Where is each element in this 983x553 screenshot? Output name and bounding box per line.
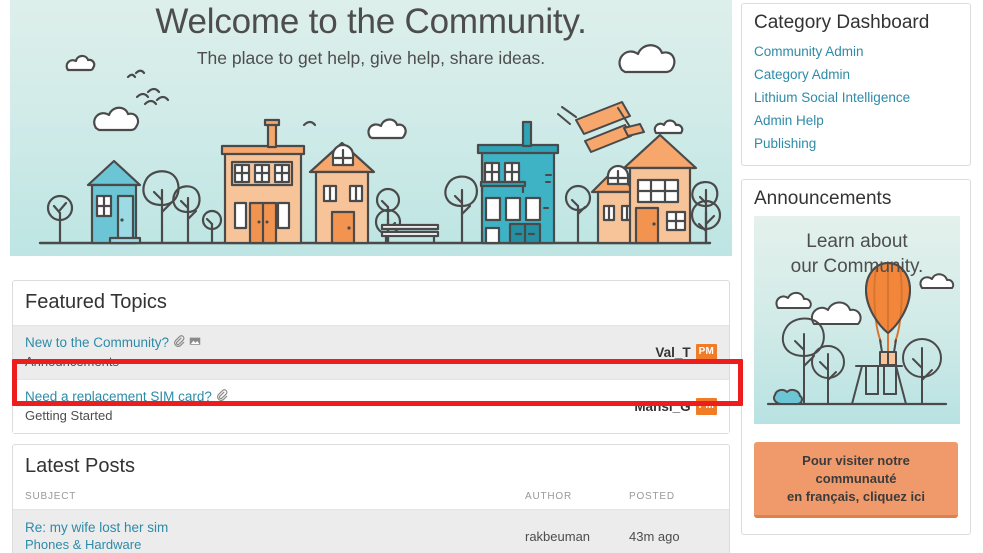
- main-content-column: Welcome to the Community. The place to g…: [10, 0, 743, 553]
- french-button-line1: Pour visiter notre communauté: [802, 453, 910, 486]
- column-header-author: AUTHOR: [525, 491, 573, 502]
- column-header-subject: SUBJECT: [25, 491, 77, 502]
- attachment-icon: [173, 334, 185, 352]
- french-button-wrapper: Pour visiter notre communauté en françai…: [742, 424, 970, 534]
- sidebar-item-community-admin[interactable]: Community Admin: [754, 40, 958, 63]
- featured-topic-board: Announcements: [25, 354, 119, 369]
- latest-posts-panel: Latest Posts SUBJECT AUTHOR POSTED Re: m…: [12, 444, 730, 553]
- latest-post-posted: 43m ago: [629, 528, 680, 544]
- sidebar-item-admin-help[interactable]: Admin Help: [754, 109, 958, 132]
- latest-posts-column-headers: SUBJECT AUTHOR POSTED: [13, 489, 729, 509]
- latest-post-board[interactable]: Phones & Hardware: [25, 536, 525, 553]
- hero-banner: Welcome to the Community. The place to g…: [10, 0, 732, 256]
- announcement-image-text: Learn about our Community.: [754, 229, 960, 279]
- french-button-line2: en français, cliquez ici: [787, 489, 925, 504]
- sidebar-item-lithium-social-intelligence[interactable]: Lithium Social Intelligence: [754, 86, 958, 109]
- author-name[interactable]: Mansi_G: [634, 399, 690, 414]
- table-row[interactable]: New to the Community? Announcements Val_…: [13, 325, 729, 379]
- hero-title: Welcome to the Community.: [155, 2, 587, 41]
- category-dashboard-links: Community Admin Category Admin Lithium S…: [742, 40, 970, 165]
- featured-topic-author-group: Val_T PM: [655, 343, 717, 361]
- visit-french-community-button[interactable]: Pour visiter notre communauté en françai…: [754, 442, 958, 518]
- image-icon: [189, 334, 201, 352]
- latest-post-subject: Re: my wife lost her sim Phones & Hardwa…: [25, 519, 525, 553]
- featured-topic-info: New to the Community? Announcements: [25, 334, 655, 370]
- status-badge: PM: [695, 343, 717, 361]
- featured-topic-link[interactable]: New to the Community?: [25, 335, 169, 351]
- author-name[interactable]: Val_T: [655, 345, 690, 360]
- category-dashboard-panel: Category Dashboard Community Admin Categ…: [741, 3, 971, 166]
- community-homepage: Welcome to the Community. The place to g…: [0, 0, 983, 553]
- announcement-image-wrapper[interactable]: Learn about our Community.: [742, 216, 970, 424]
- featured-topic-author-group: Mansi_G PM: [634, 397, 717, 415]
- announcements-heading: Announcements: [754, 188, 892, 209]
- featured-topic-board: Getting Started: [25, 408, 113, 423]
- featured-topic-info: Need a replacement SIM card? Getting Sta…: [25, 388, 634, 424]
- table-row[interactable]: Re: my wife lost her sim Phones & Hardwa…: [13, 509, 729, 553]
- featured-topics-heading: Featured Topics: [25, 291, 167, 313]
- featured-topics-panel: Featured Topics New to the Community? An…: [12, 280, 730, 434]
- attachment-icon: [216, 388, 228, 406]
- hero-subtitle: The place to get help, give help, share …: [196, 48, 546, 68]
- latest-posts-heading: Latest Posts: [25, 455, 136, 477]
- announcement-image[interactable]: Learn about our Community.: [754, 216, 960, 424]
- table-row[interactable]: Need a replacement SIM card? Getting Sta…: [13, 379, 729, 433]
- latest-post-link[interactable]: Re: my wife lost her sim: [25, 519, 525, 536]
- category-dashboard-heading: Category Dashboard: [754, 12, 930, 33]
- announcement-text-line1: Learn about: [806, 231, 908, 252]
- status-badge: PM: [695, 397, 717, 415]
- featured-topic-link[interactable]: Need a replacement SIM card?: [25, 389, 212, 405]
- announcement-text-line2: our Community.: [790, 256, 924, 277]
- announcements-panel: Announcements Learn about our Community.…: [741, 179, 971, 535]
- latest-post-author[interactable]: rakbeuman: [525, 529, 629, 544]
- sidebar-item-publishing[interactable]: Publishing: [754, 132, 958, 155]
- right-sidebar: Category Dashboard Community Admin Categ…: [741, 3, 971, 535]
- column-header-posted: POSTED: [629, 491, 675, 502]
- sidebar-item-category-admin[interactable]: Category Admin: [754, 63, 958, 86]
